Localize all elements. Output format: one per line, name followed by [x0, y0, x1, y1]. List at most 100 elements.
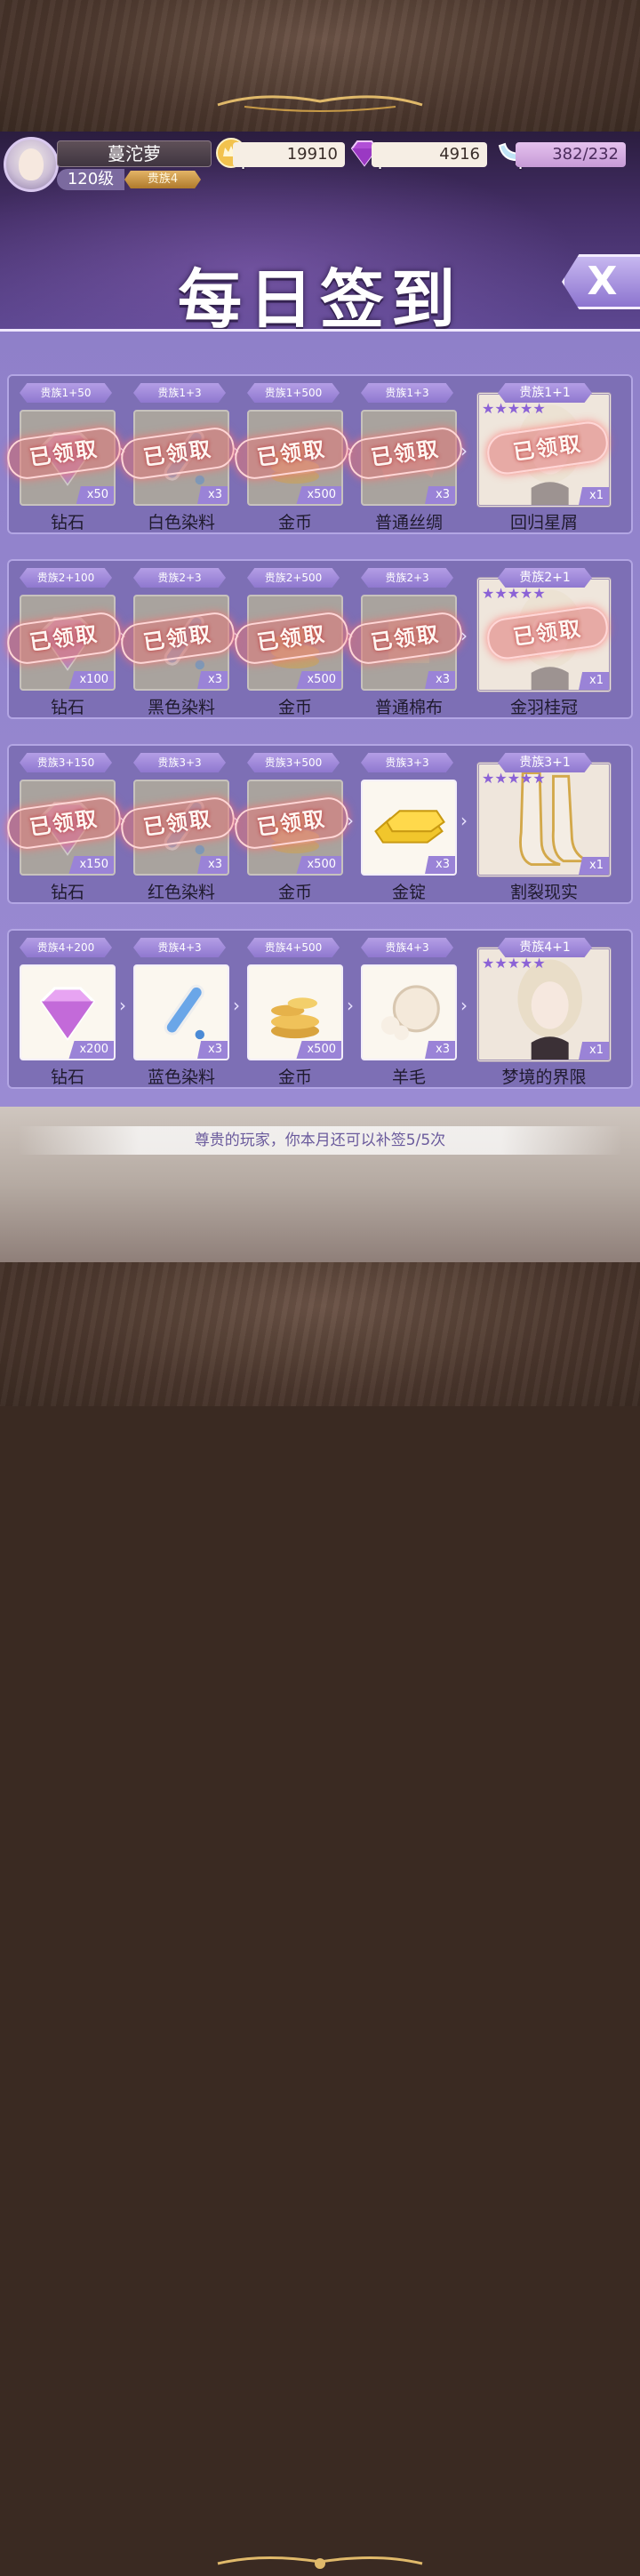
reward-slot[interactable]: ★★★★★ x1 贵族2+1 金羽桂冠 已领取 — [469, 568, 612, 717]
reward-name: 羊毛 — [391, 1068, 426, 1087]
noble-bonus-tag: 贵族2+3 — [133, 568, 226, 588]
reward-quantity: x1 — [579, 672, 609, 690]
rarity-stars-icon: ★★★★★ — [482, 955, 546, 972]
reward-name: 红色染料 — [147, 883, 215, 902]
noble-bonus-tag: 贵族2+100 — [20, 568, 112, 588]
noble-bonus-tag: 贵族3+3 — [361, 753, 453, 772]
reward-name: 钻石 — [50, 513, 84, 532]
reward-quantity: x500 — [296, 486, 341, 504]
reward-slot[interactable]: ★★★★★ x1 贵族4+1 梦境的界限 — [469, 938, 612, 1087]
next-arrow-icon: › — [347, 995, 354, 1016]
reward-card[interactable]: x3 — [133, 964, 229, 1060]
reward-quantity: x3 — [197, 856, 228, 874]
stamina-amount: 382/232 — [516, 142, 626, 167]
reward-slot[interactable]: x3 贵族1+3 白色染料 已领取 — [118, 383, 237, 532]
next-arrow-icon: › — [233, 995, 240, 1016]
reward-card[interactable]: x500 — [247, 964, 343, 1060]
noble-bonus-tag: 贵族1+50 — [20, 383, 112, 403]
reward-name: 蓝色染料 — [147, 1068, 215, 1087]
wood-frame-top — [0, 0, 640, 133]
reward-slot[interactable]: x150 贵族3+150 钻石 已领取 — [4, 753, 124, 902]
reward-quantity: x50 — [76, 486, 114, 504]
reward-card[interactable]: x3 — [361, 964, 457, 1060]
reward-quantity: x3 — [197, 1041, 228, 1059]
reward-quantity: x3 — [425, 486, 455, 504]
reward-name: 金锭 — [391, 883, 426, 902]
reward-slot[interactable]: x200 贵族4+200 钻石 — [12, 938, 116, 1087]
reward-quantity: x3 — [197, 486, 228, 504]
reward-name: 梦境的界限 — [501, 1068, 587, 1087]
noble-bonus-tag: 贵族4+3 — [133, 938, 226, 957]
reward-name: 白色染料 — [147, 513, 215, 532]
reward-slot[interactable]: x3 贵族3+3 金锭 — [354, 753, 457, 902]
reward-slot[interactable]: x3 贵族4+3 蓝色染料 — [126, 938, 229, 1087]
reward-slot[interactable]: ★★★★★ x1 贵族3+1 割裂现实 — [469, 753, 612, 902]
reward-quantity: x100 — [68, 671, 114, 689]
noble-bonus-tag: 贵族1+3 — [133, 383, 226, 403]
reward-slot[interactable]: x3 贵族1+3 普通丝绸 已领取 — [346, 383, 465, 532]
reward-quantity: x500 — [296, 1041, 341, 1059]
next-arrow-icon: › — [347, 810, 354, 831]
makeup-signin-tip: 尊贵的玩家，你本月还可以补签5/5次 — [18, 1126, 622, 1155]
reward-slot[interactable]: x100 贵族2+100 钻石 已领取 — [4, 568, 124, 717]
reward-slot[interactable]: x500 贵族2+500 金币 已领取 — [232, 568, 351, 717]
player-level: 120级 — [57, 169, 124, 190]
rarity-stars-icon: ★★★★★ — [482, 585, 546, 602]
reward-quantity: x500 — [296, 671, 341, 689]
gold-ornament-icon — [217, 2556, 423, 2569]
noble-bonus-tag: 贵族3+3 — [133, 753, 226, 772]
reward-card[interactable]: ★★★★★ x1 — [476, 762, 612, 877]
reward-quantity: x3 — [425, 856, 455, 874]
reward-quantity: x3 — [425, 671, 455, 689]
reward-name: 回归星屑 — [509, 513, 578, 532]
reward-card[interactable]: x200 — [20, 964, 116, 1060]
reward-slot[interactable]: x3 贵族2+3 黑色染料 已领取 — [118, 568, 237, 717]
noble-bonus-tag: 贵族1+500 — [247, 383, 340, 403]
next-arrow-icon: › — [460, 995, 468, 1016]
noble-bonus-tag: 贵族2+1 — [498, 568, 592, 588]
rarity-stars-icon: ★★★★★ — [482, 400, 546, 417]
noble-bonus-tag: 贵族1+3 — [361, 383, 453, 403]
noble-bonus-tag: 贵族3+150 — [20, 753, 112, 772]
page-title: 每日签到 — [177, 261, 462, 329]
avatar-face — [19, 148, 44, 180]
next-arrow-icon: › — [119, 995, 126, 1016]
reward-quantity: x1 — [579, 1042, 609, 1060]
reward-row: x150贵族3+150钻石已领取›x3贵族3+3红色染料已领取›x500贵族3+… — [4, 744, 633, 904]
reward-name: 普通丝绸 — [374, 513, 443, 532]
avatar[interactable] — [4, 137, 59, 192]
noble-bonus-tag: 贵族3+1 — [498, 753, 592, 772]
reward-quantity: x3 — [197, 671, 228, 689]
reward-name: 钻石 — [50, 883, 84, 902]
reward-row: x50贵族1+50钻石已领取›x3贵族1+3白色染料已领取›x500贵族1+50… — [4, 374, 633, 534]
reward-quantity: x1 — [579, 487, 609, 505]
reward-slot[interactable]: x50 贵族1+50 钻石 已领取 — [4, 383, 124, 532]
reward-slot[interactable]: x500 贵族1+500 金币 已领取 — [232, 383, 351, 532]
reward-slot[interactable]: ★★★★★ x1 贵族1+1 回归星屑 已领取 — [469, 383, 612, 532]
reward-name: 金币 — [277, 883, 312, 902]
reward-name: 金币 — [277, 1068, 312, 1087]
reward-quantity: x200 — [68, 1041, 114, 1059]
reward-name: 割裂现实 — [509, 883, 578, 902]
next-arrow-icon: › — [460, 810, 468, 831]
reward-row: x100贵族2+100钻石已领取›x3贵族2+3黑色染料已领取›x500贵族2+… — [4, 559, 633, 719]
player-status-bar: 蔓沱萝 120级 贵族4 + 19910 + 4916 + 382/232 每日… — [0, 132, 640, 329]
next-arrow-icon: › — [460, 625, 468, 646]
noble-bonus-tag: 贵族3+500 — [247, 753, 340, 772]
reward-slot[interactable]: x3 贵族2+3 普通棉布 已领取 — [346, 568, 465, 717]
bottom-area: 尊贵的玩家，你本月还可以补签5/5次 — [0, 1107, 640, 1262]
reward-slot[interactable]: x500 贵族3+500 金币 已领取 — [232, 753, 351, 902]
wood-frame-bottom — [0, 1262, 640, 2569]
gem-amount: 4916 — [372, 142, 487, 167]
reward-card[interactable]: ★★★★★ x1 — [476, 947, 612, 1062]
gold-ornament-icon — [217, 95, 423, 112]
reward-slot[interactable]: x3 贵族3+3 红色染料 已领取 — [118, 753, 237, 902]
reward-name: 普通棉布 — [374, 698, 443, 717]
reward-name: 金币 — [277, 698, 312, 717]
reward-quantity: x150 — [68, 856, 114, 874]
reward-name: 黑色染料 — [147, 698, 215, 717]
reward-slot[interactable]: x3 贵族4+3 羊毛 — [354, 938, 457, 1087]
reward-slot[interactable]: x500 贵族4+500 金币 — [240, 938, 343, 1087]
noble-bonus-tag: 贵族4+200 — [20, 938, 112, 957]
reward-card[interactable]: x3 — [361, 780, 457, 876]
